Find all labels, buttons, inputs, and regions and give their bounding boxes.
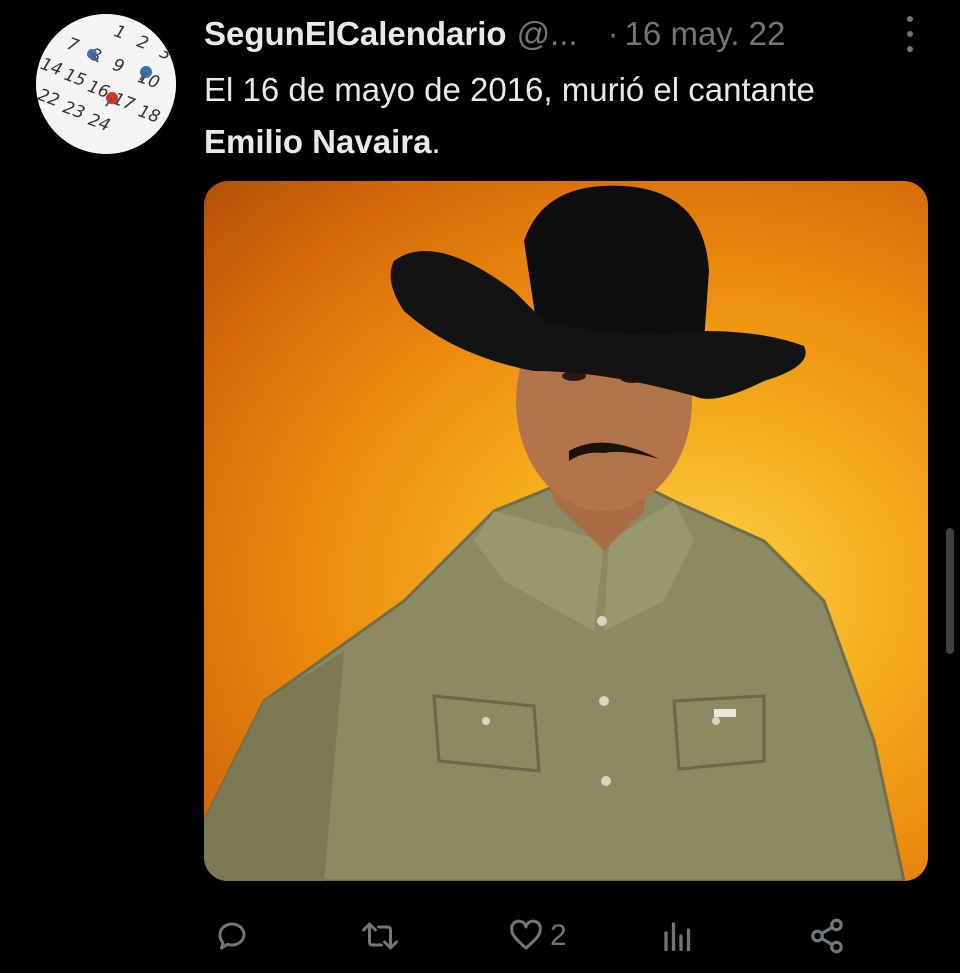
user-handle[interactable]: @... bbox=[517, 15, 578, 53]
heart-icon bbox=[510, 919, 542, 950]
like-button[interactable]: 2 bbox=[508, 912, 567, 960]
retweet-icon bbox=[362, 922, 398, 950]
photo-illustration bbox=[204, 185, 906, 881]
tweet-actions: 2 bbox=[204, 912, 928, 960]
more-options-icon[interactable] bbox=[904, 16, 916, 52]
tweet-photo[interactable] bbox=[204, 181, 928, 881]
tweet-date[interactable]: 16 may. 22 bbox=[625, 15, 786, 53]
analytics-icon bbox=[664, 922, 691, 952]
tweet-text-prefix: El 16 de mayo de 2016, murió el cantante bbox=[204, 71, 815, 108]
retweet-button[interactable] bbox=[360, 912, 400, 960]
reply-icon bbox=[218, 922, 246, 950]
scrollbar[interactable] bbox=[946, 528, 954, 654]
tweet-text-suffix: . bbox=[431, 123, 441, 160]
display-name[interactable]: SegunElCalendario bbox=[204, 15, 507, 53]
like-count: 2 bbox=[550, 919, 567, 952]
reply-button[interactable] bbox=[214, 912, 250, 960]
tweet-header: SegunElCalendario @... · 16 may. 22 bbox=[204, 14, 920, 54]
share-icon bbox=[811, 918, 843, 954]
tweet-text: El 16 de mayo de 2016, murió el cantante… bbox=[204, 64, 904, 168]
share-button[interactable] bbox=[808, 912, 846, 960]
separator-dot: · bbox=[607, 15, 619, 52]
views-button[interactable] bbox=[660, 912, 696, 960]
avatar[interactable]: 1 2 3 7 8 9 10 14 15 16 17 18 22 23 24 bbox=[36, 14, 176, 154]
calendar-avatar-image: 1 2 3 7 8 9 10 14 15 16 17 18 22 23 24 bbox=[36, 14, 176, 154]
tweet-text-bold: Emilio Navaira bbox=[204, 123, 432, 160]
